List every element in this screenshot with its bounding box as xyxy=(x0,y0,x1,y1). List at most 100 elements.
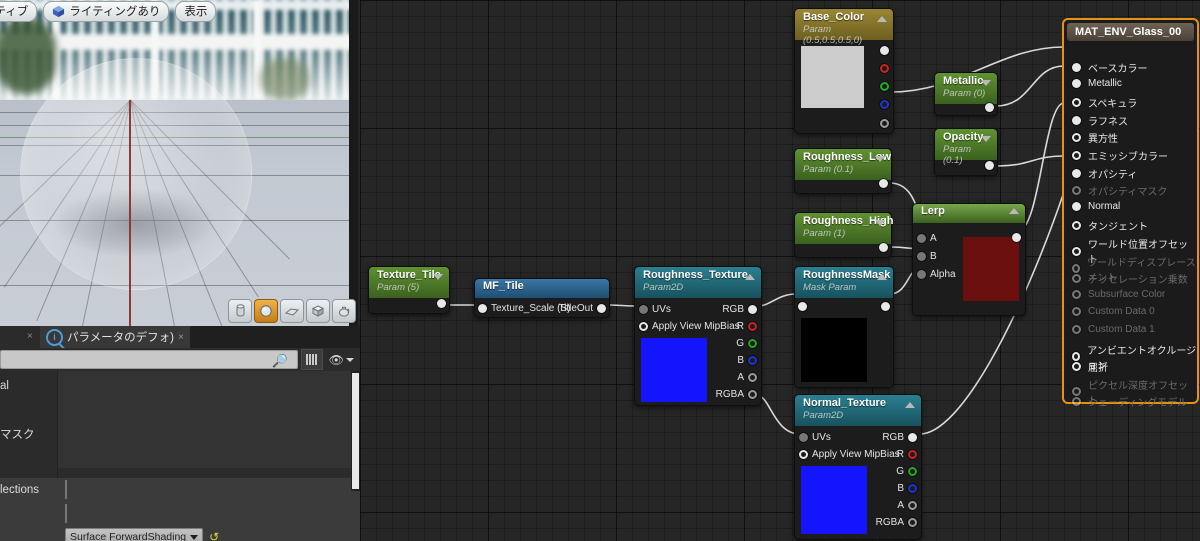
close-icon[interactable]: × xyxy=(178,332,184,343)
checkbox[interactable] xyxy=(65,480,67,499)
chevron-down-icon[interactable] xyxy=(875,156,885,162)
output-pin-g[interactable]: G xyxy=(736,338,757,349)
color-swatch[interactable] xyxy=(801,46,864,108)
node-texture-tile[interactable]: Texture_Tile Param (5) xyxy=(368,266,450,314)
texture-preview-swatch[interactable] xyxy=(641,338,707,402)
pin-dot[interactable] xyxy=(1072,325,1081,334)
output-pin-rgb[interactable]: RGB xyxy=(722,304,757,315)
input-pin-apply-view-mipbias[interactable]: Apply View MipBias xyxy=(799,449,900,460)
result-pin-14[interactable]: Custom Data 0 xyxy=(1072,306,1155,317)
mask-preview-swatch[interactable] xyxy=(801,318,867,382)
property-row[interactable]: マスク xyxy=(0,424,360,444)
viewport-realtime-button[interactable]: クティブ xyxy=(0,0,38,22)
node-header[interactable]: Opacity Param (0.1) xyxy=(935,129,997,166)
output-pin-g[interactable] xyxy=(880,82,889,91)
output-pin-rgb[interactable]: RGB xyxy=(882,432,917,443)
result-pin-2[interactable]: スペキュラ xyxy=(1072,95,1137,110)
node-material-result[interactable]: MAT_ENV_Glass_00 ベースカラー Metallic スペキュラ ラフネス… xyxy=(1062,18,1199,409)
property-row[interactable] xyxy=(0,502,360,526)
node-header[interactable]: MF_Tile xyxy=(475,279,609,298)
chevron-up-icon[interactable] xyxy=(1009,208,1019,214)
pin-dot[interactable] xyxy=(1072,289,1081,299)
property-row[interactable]: Surface ForwardShading ↺ xyxy=(0,526,360,541)
result-pin-19[interactable]: シェーディングモデル xyxy=(1072,394,1187,409)
chevron-up-icon[interactable] xyxy=(745,274,755,280)
checkbox[interactable] xyxy=(65,504,67,523)
node-header[interactable]: Roughness_High Param (1) xyxy=(795,213,893,244)
mesh-button-cube[interactable] xyxy=(306,299,330,323)
visibility-dropdown[interactable]: 👁 xyxy=(329,353,354,367)
search-input[interactable] xyxy=(0,350,298,369)
node-roughness-high[interactable]: Roughness_High Param (1) xyxy=(794,212,893,258)
result-pin-1[interactable]: Metallic xyxy=(1072,78,1122,89)
material-preview-viewport[interactable] xyxy=(0,0,358,326)
input-pin-a[interactable]: A xyxy=(917,233,937,244)
close-icon[interactable]: × xyxy=(27,331,33,342)
result-pin-12[interactable]: テッセレーション乗数 xyxy=(1072,271,1188,286)
output-pin-rgba[interactable]: RGBA xyxy=(876,517,917,528)
node-header[interactable]: Normal_Texture Param2D xyxy=(795,395,921,426)
result-pin-4[interactable]: 異方性 xyxy=(1072,130,1118,145)
pin-dot[interactable] xyxy=(1072,397,1081,407)
mesh-button-cylinder[interactable] xyxy=(228,299,252,323)
output-pin-titleout[interactable]: TitleOut xyxy=(558,303,606,314)
node-header[interactable]: Metallic Param (0) xyxy=(935,73,997,104)
mesh-button-teapot[interactable] xyxy=(332,299,356,323)
pin-dot[interactable] xyxy=(1072,151,1081,160)
output-pin-r[interactable]: R xyxy=(897,449,917,460)
shading-model-dropdown[interactable]: Surface ForwardShading xyxy=(65,527,204,541)
details-scrollbar-thumb[interactable] xyxy=(352,373,359,489)
output-pin[interactable] xyxy=(437,299,446,308)
output-pin-rgb[interactable] xyxy=(880,46,889,55)
input-pin-b[interactable]: B xyxy=(917,251,937,262)
material-graph-canvas[interactable]: Base_Color Param (0.5,0.5,0.5,0) Metalli… xyxy=(360,0,1200,541)
chevron-up-icon[interactable] xyxy=(877,274,887,280)
input-pin-uvs[interactable]: UVs xyxy=(639,304,671,315)
chevron-down-icon[interactable] xyxy=(433,274,443,280)
result-pin-8[interactable]: Normal xyxy=(1072,201,1120,212)
node-roughness-low[interactable]: Roughness_Low Param (0.1) xyxy=(794,148,892,194)
output-pin[interactable] xyxy=(985,103,994,112)
viewport-lit-button[interactable]: ライティングあり xyxy=(43,0,170,22)
node-header[interactable]: Lerp xyxy=(913,204,1025,223)
result-pin-5[interactable]: エミッシブカラー xyxy=(1072,148,1168,163)
property-value[interactable] xyxy=(57,504,360,523)
result-pin-6[interactable]: オパシティ xyxy=(1072,166,1137,181)
node-roughness-texture[interactable]: Roughness_Texture Param2D UVs Apply View… xyxy=(634,266,762,406)
node-base-color[interactable]: Base_Color Param (0.5,0.5,0.5,0) xyxy=(794,8,894,134)
result-pin-7[interactable]: オパシティマスク xyxy=(1072,183,1167,198)
node-header[interactable]: Texture_Tile Param (5) xyxy=(369,267,449,298)
pin-dot[interactable] xyxy=(1072,63,1081,72)
texture-preview-swatch[interactable] xyxy=(801,466,867,534)
input-pin-alpha[interactable]: Alpha xyxy=(917,269,956,280)
node-lerp[interactable]: Lerp A B Alpha xyxy=(912,203,1026,316)
output-pin[interactable] xyxy=(881,302,890,311)
mesh-button-plane[interactable] xyxy=(280,299,304,323)
node-mf-tile[interactable]: MF_Tile Texture_Scale (S) TitleOut xyxy=(474,278,610,318)
node-metallic[interactable]: Metallic Param (0) xyxy=(934,72,998,116)
chevron-down-icon[interactable] xyxy=(981,136,991,142)
input-pin[interactable] xyxy=(798,302,807,311)
pin-dot[interactable] xyxy=(1072,221,1081,231)
pin-dot[interactable] xyxy=(1072,274,1081,284)
view-options-grid-button[interactable] xyxy=(300,349,323,370)
pin-dot[interactable] xyxy=(1072,133,1081,143)
output-pin-a[interactable] xyxy=(880,119,889,128)
output-pin-g[interactable]: G xyxy=(896,466,917,477)
pin-dot[interactable] xyxy=(1072,168,1081,178)
pin-dot[interactable] xyxy=(1072,362,1081,372)
viewport-show-button[interactable]: 表示 xyxy=(175,0,217,22)
output-pin[interactable] xyxy=(879,179,888,188)
tab-inactive[interactable]: × xyxy=(0,326,40,348)
pin-dot[interactable] xyxy=(1072,307,1081,317)
output-pin-a[interactable]: A xyxy=(737,372,757,383)
property-value[interactable]: Surface ForwardShading ↺ xyxy=(57,527,360,541)
output-pin-b[interactable]: B xyxy=(897,483,917,494)
node-normal-texture[interactable]: Normal_Texture Param2D UVs Apply View Mi… xyxy=(794,394,922,540)
pin-dot[interactable] xyxy=(1072,98,1081,108)
pin-dot[interactable] xyxy=(1072,201,1081,211)
output-pin-r[interactable] xyxy=(880,64,889,73)
pin-dot[interactable] xyxy=(1072,78,1081,88)
reset-icon[interactable]: ↺ xyxy=(209,530,219,541)
node-roughness-mask[interactable]: RoughnessMask Mask Param xyxy=(794,266,894,388)
